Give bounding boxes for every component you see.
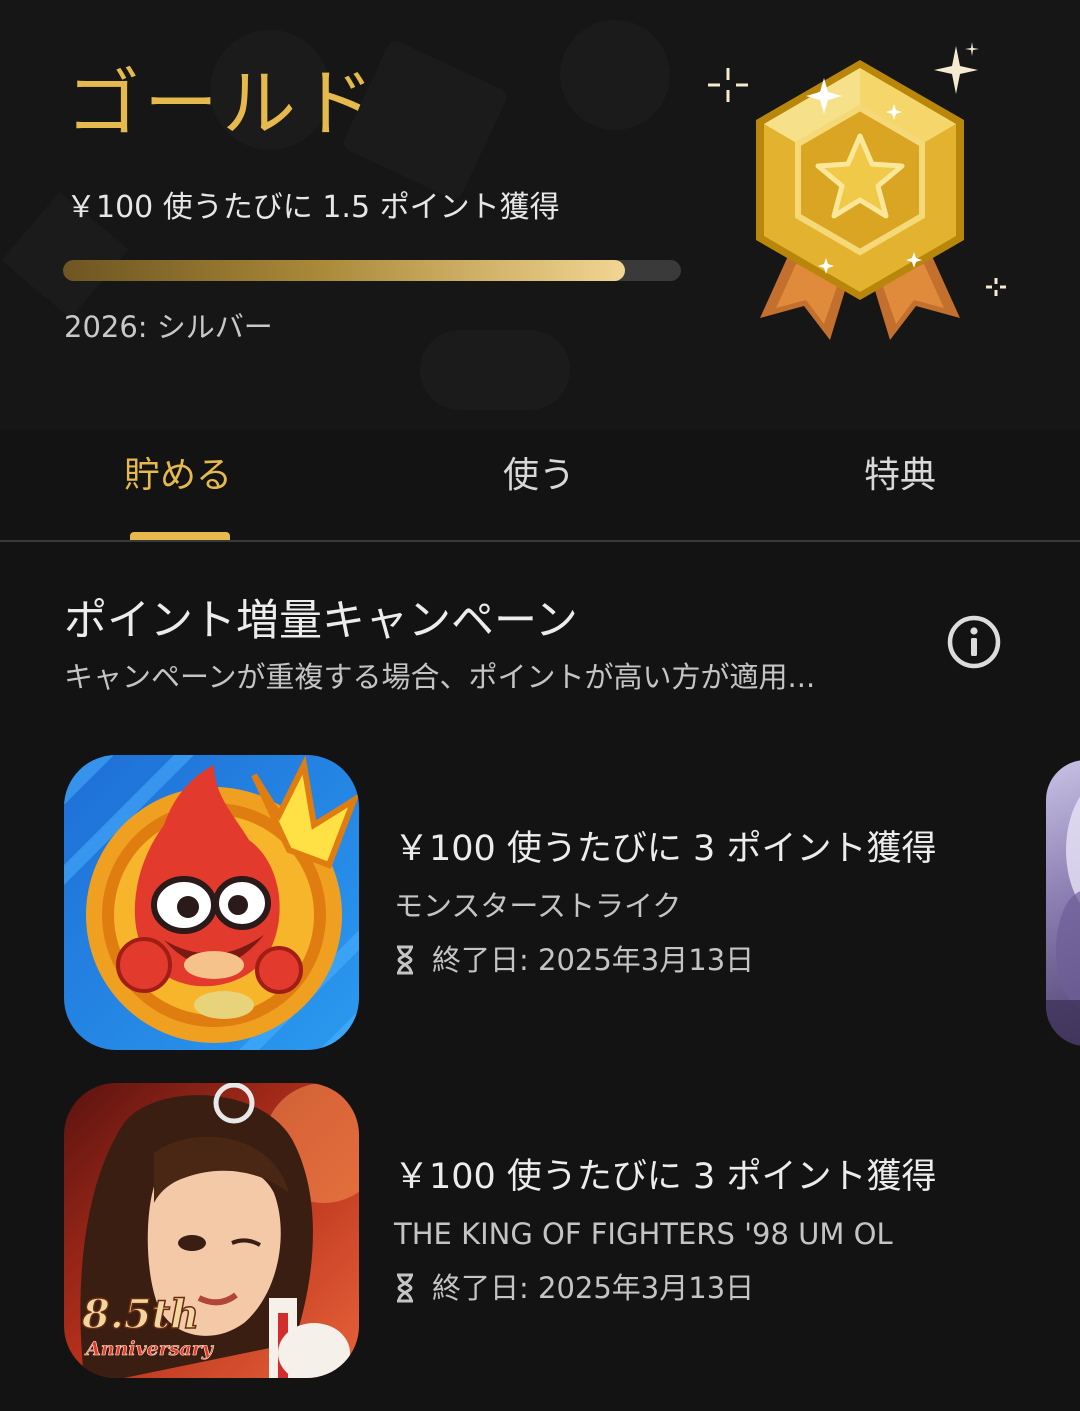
anniversary-badge-number: 8.5th (81, 1291, 199, 1338)
hourglass-icon (397, 1273, 413, 1303)
app-offer-text: ￥100 使うたびに 3 ポイント獲得 (394, 829, 937, 869)
active-tab-indicator (130, 532, 230, 540)
tier-title: ゴールド (66, 61, 378, 147)
app-end-date-text: 終了日: 2025年3月13日 (432, 1271, 755, 1305)
app-offer-text: ￥100 使うたびに 3 ポイント獲得 (394, 1157, 937, 1197)
app-end-date: 終了日: 2025年3月13日 (394, 939, 754, 981)
tab-earn[interactable]: 貯める (124, 446, 232, 506)
tab-bar: 貯める 使う 特典 (0, 430, 1080, 542)
app-name: THE KING OF FIGHTERS '98 UM OL (394, 1217, 893, 1251)
gold-star-medal-icon (708, 42, 1006, 340)
next-tier-text: 2026: シルバー (64, 310, 273, 344)
monster-strike-app-icon[interactable] (64, 755, 359, 1050)
play-points-page: ゴールド ￥100 使うたびに 1.5 ポイント獲得 2026: シルバー 貯め… (0, 0, 1080, 1411)
info-icon[interactable] (946, 614, 1002, 670)
next-card-preview[interactable] (1046, 760, 1080, 1046)
tier-progress-fill (63, 260, 626, 281)
kof98-app-icon[interactable]: 8.5th Anniversary (64, 1083, 359, 1378)
hourglass-icon (397, 945, 413, 975)
background-decoration (560, 20, 670, 130)
campaign-app-item[interactable]: 8.5th Anniversary ￥100 使うたびに 3 ポイント獲得 TH… (64, 1083, 1024, 1379)
app-end-date: 終了日: 2025年3月13日 (394, 1267, 754, 1309)
tier-progress-bar (63, 260, 681, 281)
app-name: モンスターストライク (394, 889, 682, 923)
earn-rate-text: ￥100 使うたびに 1.5 ポイント獲得 (66, 190, 560, 225)
tier-header: ゴールド ￥100 使うたびに 1.5 ポイント獲得 2026: シルバー (0, 0, 1080, 430)
anniversary-badge-text: Anniversary (84, 1338, 215, 1360)
app-end-date-text: 終了日: 2025年3月13日 (432, 943, 755, 977)
background-decoration (420, 330, 570, 410)
campaign-section-subtitle: キャンペーンが重複する場合、ポイントが高い方が適用... (64, 660, 816, 694)
campaign-app-item[interactable]: ￥100 使うたびに 3 ポイント獲得 モンスターストライク 終了日: 2025… (64, 755, 1024, 1051)
campaign-section-title: ポイント増量キャンペーン (64, 596, 578, 646)
tab-perks[interactable]: 特典 (864, 446, 936, 506)
tab-use[interactable]: 使う (503, 446, 575, 506)
